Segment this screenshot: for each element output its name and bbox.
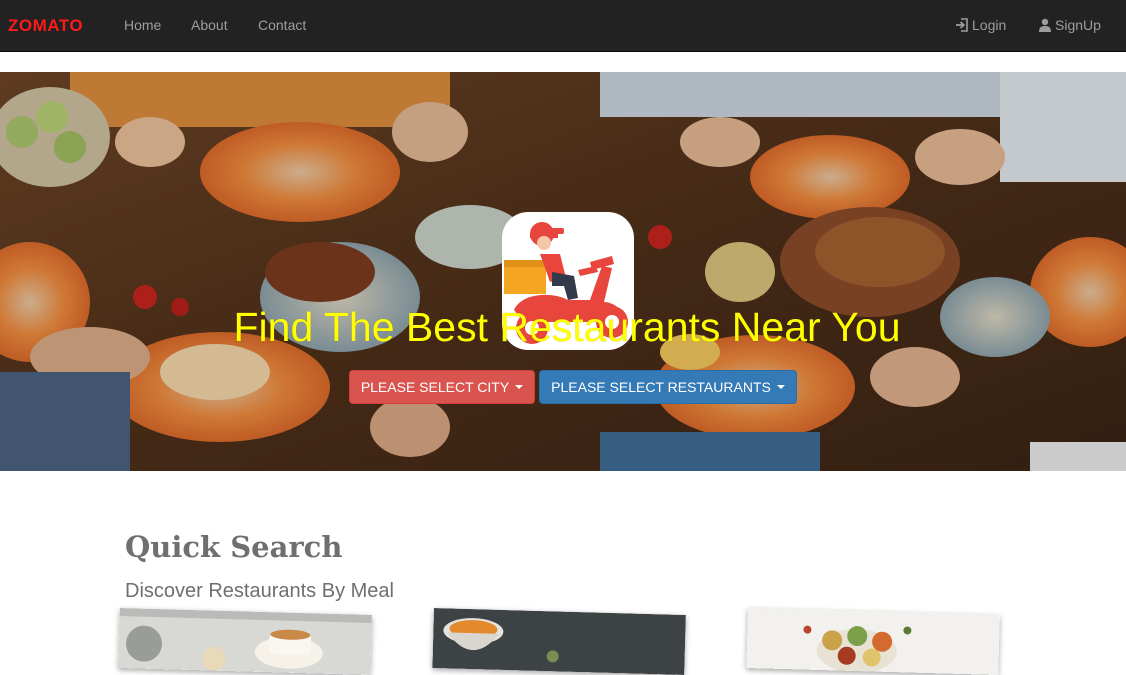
signup-label: SignUp	[1055, 17, 1101, 33]
meal-card-breakfast[interactable]	[118, 608, 372, 675]
brand-logo[interactable]: ZOMATO	[8, 16, 83, 36]
top-navbar: ZOMATO Home About Contact Login SignUp	[0, 0, 1126, 52]
select-city-label: PLEASE SELECT CITY	[360, 379, 510, 395]
select-restaurants-dropdown[interactable]: PLEASE SELECT RESTAURANTS	[539, 370, 797, 404]
breakfast-image	[118, 608, 372, 675]
quick-search-subtitle: Discover Restaurants By Meal	[125, 580, 394, 602]
login-icon	[955, 18, 969, 32]
caret-down-icon	[515, 385, 524, 389]
hero-banner: Find The Best Restaurants Near You PLEAS…	[0, 72, 1126, 471]
caret-down-icon	[776, 385, 785, 389]
spices-image	[746, 608, 1000, 675]
signup-link[interactable]: SignUp	[1038, 17, 1101, 33]
login-link[interactable]: Login	[955, 17, 1006, 33]
nav-contact-link[interactable]: Contact	[258, 17, 306, 33]
meal-card-soup[interactable]	[432, 608, 686, 675]
nav-about-link[interactable]: About	[191, 17, 228, 33]
quick-search-title: Quick Search	[125, 530, 343, 564]
user-icon	[1038, 18, 1052, 32]
meal-card-spices[interactable]	[746, 608, 1000, 675]
login-label: Login	[972, 17, 1007, 33]
nav-home-link[interactable]: Home	[124, 17, 161, 33]
hero-title: Find The Best Restaurants Near You	[233, 304, 901, 350]
soup-image	[432, 608, 686, 675]
select-city-dropdown[interactable]: PLEASE SELECT CITY	[349, 370, 535, 404]
select-restaurants-label: PLEASE SELECT RESTAURANTS	[551, 379, 771, 395]
